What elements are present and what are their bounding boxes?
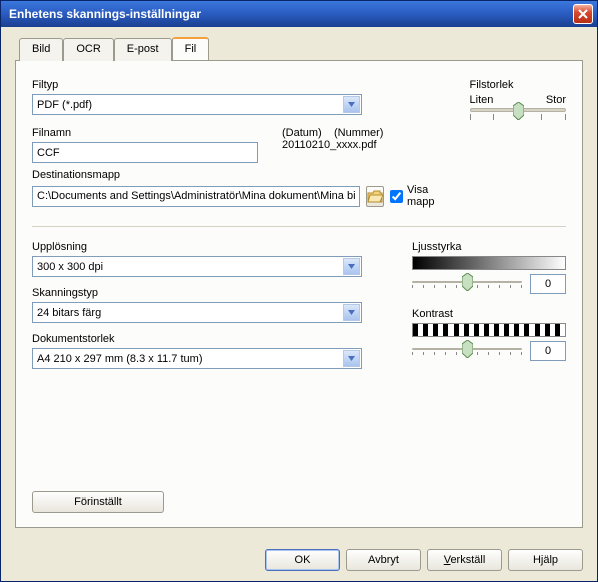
brightness-label: Ljusstyrka	[412, 241, 566, 253]
scantype-select[interactable]: 24 bitars färg	[32, 302, 362, 323]
filetype-value: PDF (*.pdf)	[37, 99, 92, 111]
chevron-down-icon	[348, 102, 355, 107]
showfolder-checkbox[interactable]: Visa mapp	[390, 184, 440, 208]
scantype-value: 24 bitars färg	[37, 307, 101, 319]
scantype-label: Skanningstyp	[32, 287, 372, 299]
filename-hint: (Datum) (Nummer)	[282, 127, 383, 139]
showfolder-label: Visa mapp	[407, 184, 440, 208]
brightness-gradient	[412, 256, 566, 270]
help-button[interactable]: Hjälp	[508, 549, 583, 571]
chevron-down-icon	[348, 264, 355, 269]
tab-epost[interactable]: E-post	[114, 38, 172, 61]
dialog-buttons: OK Avbryt Verkställ Hjälp	[265, 549, 583, 571]
filesize-large-label: Stor	[546, 94, 566, 106]
filesize-slider[interactable]	[470, 108, 566, 120]
docsize-label: Dokumentstorlek	[32, 333, 372, 345]
apply-button[interactable]: Verkställ	[427, 549, 502, 571]
resolution-select[interactable]: 300 x 300 dpi	[32, 256, 362, 277]
contrast-value[interactable]: 0	[530, 341, 566, 361]
destfolder-label: Destinationsmapp	[32, 169, 440, 181]
chevron-down-icon	[348, 310, 355, 315]
resolution-label: Upplösning	[32, 241, 372, 253]
close-button[interactable]	[573, 4, 593, 24]
filename-value: CCF	[37, 147, 60, 159]
chevron-down-icon	[348, 356, 355, 361]
contrast-slider[interactable]	[412, 348, 522, 355]
filetype-select[interactable]: PDF (*.pdf)	[32, 94, 362, 115]
tab-strip: Bild OCR E-post Fil	[19, 37, 583, 60]
browse-folder-button[interactable]	[366, 186, 384, 207]
filename-label: Filnamn	[32, 127, 258, 139]
filesize-small-label: Liten	[470, 94, 494, 106]
destfolder-input[interactable]: C:\Documents and Settings\Administratör\…	[32, 186, 360, 207]
brightness-slider[interactable]	[412, 281, 522, 288]
resolution-value: 300 x 300 dpi	[37, 261, 103, 273]
slider-thumb-icon	[462, 340, 473, 358]
folder-icon	[367, 190, 383, 203]
tab-panel: Filtyp PDF (*.pdf) Filnamn CCF	[15, 60, 583, 528]
filesize-label: Filstorlek	[470, 79, 566, 91]
destfolder-value: C:\Documents and Settings\Administratör\…	[37, 190, 355, 202]
cancel-button[interactable]: Avbryt	[346, 549, 421, 571]
close-icon	[578, 9, 588, 19]
slider-thumb-icon	[513, 102, 524, 120]
ok-button[interactable]: OK	[265, 549, 340, 571]
slider-thumb-icon	[462, 273, 473, 291]
title-bar: Enhetens skannings-inställningar	[1, 1, 597, 27]
docsize-dropdown-button[interactable]	[343, 350, 360, 367]
default-button[interactable]: Förinställt	[32, 491, 164, 513]
tab-fil[interactable]: Fil	[172, 37, 210, 60]
filename-input[interactable]: CCF	[32, 142, 258, 163]
docsize-select[interactable]: A4 210 x 297 mm (8.3 x 11.7 tum)	[32, 348, 362, 369]
tab-ocr[interactable]: OCR	[63, 38, 113, 61]
contrast-gradient: document.write(Array.from({length:30},(_…	[412, 323, 566, 337]
filetype-dropdown-button[interactable]	[343, 96, 360, 113]
tab-bild[interactable]: Bild	[19, 38, 63, 61]
scantype-dropdown-button[interactable]	[343, 304, 360, 321]
filename-preview: 20110210_xxxx.pdf	[282, 139, 383, 151]
window-title: Enhetens skannings-inställningar	[9, 7, 201, 21]
resolution-dropdown-button[interactable]	[343, 258, 360, 275]
contrast-label: Kontrast	[412, 308, 566, 320]
brightness-value[interactable]: 0	[530, 274, 566, 294]
docsize-value: A4 210 x 297 mm (8.3 x 11.7 tum)	[37, 353, 202, 365]
filetype-label: Filtyp	[32, 79, 440, 91]
showfolder-check-input[interactable]	[390, 190, 403, 203]
separator	[32, 226, 566, 227]
